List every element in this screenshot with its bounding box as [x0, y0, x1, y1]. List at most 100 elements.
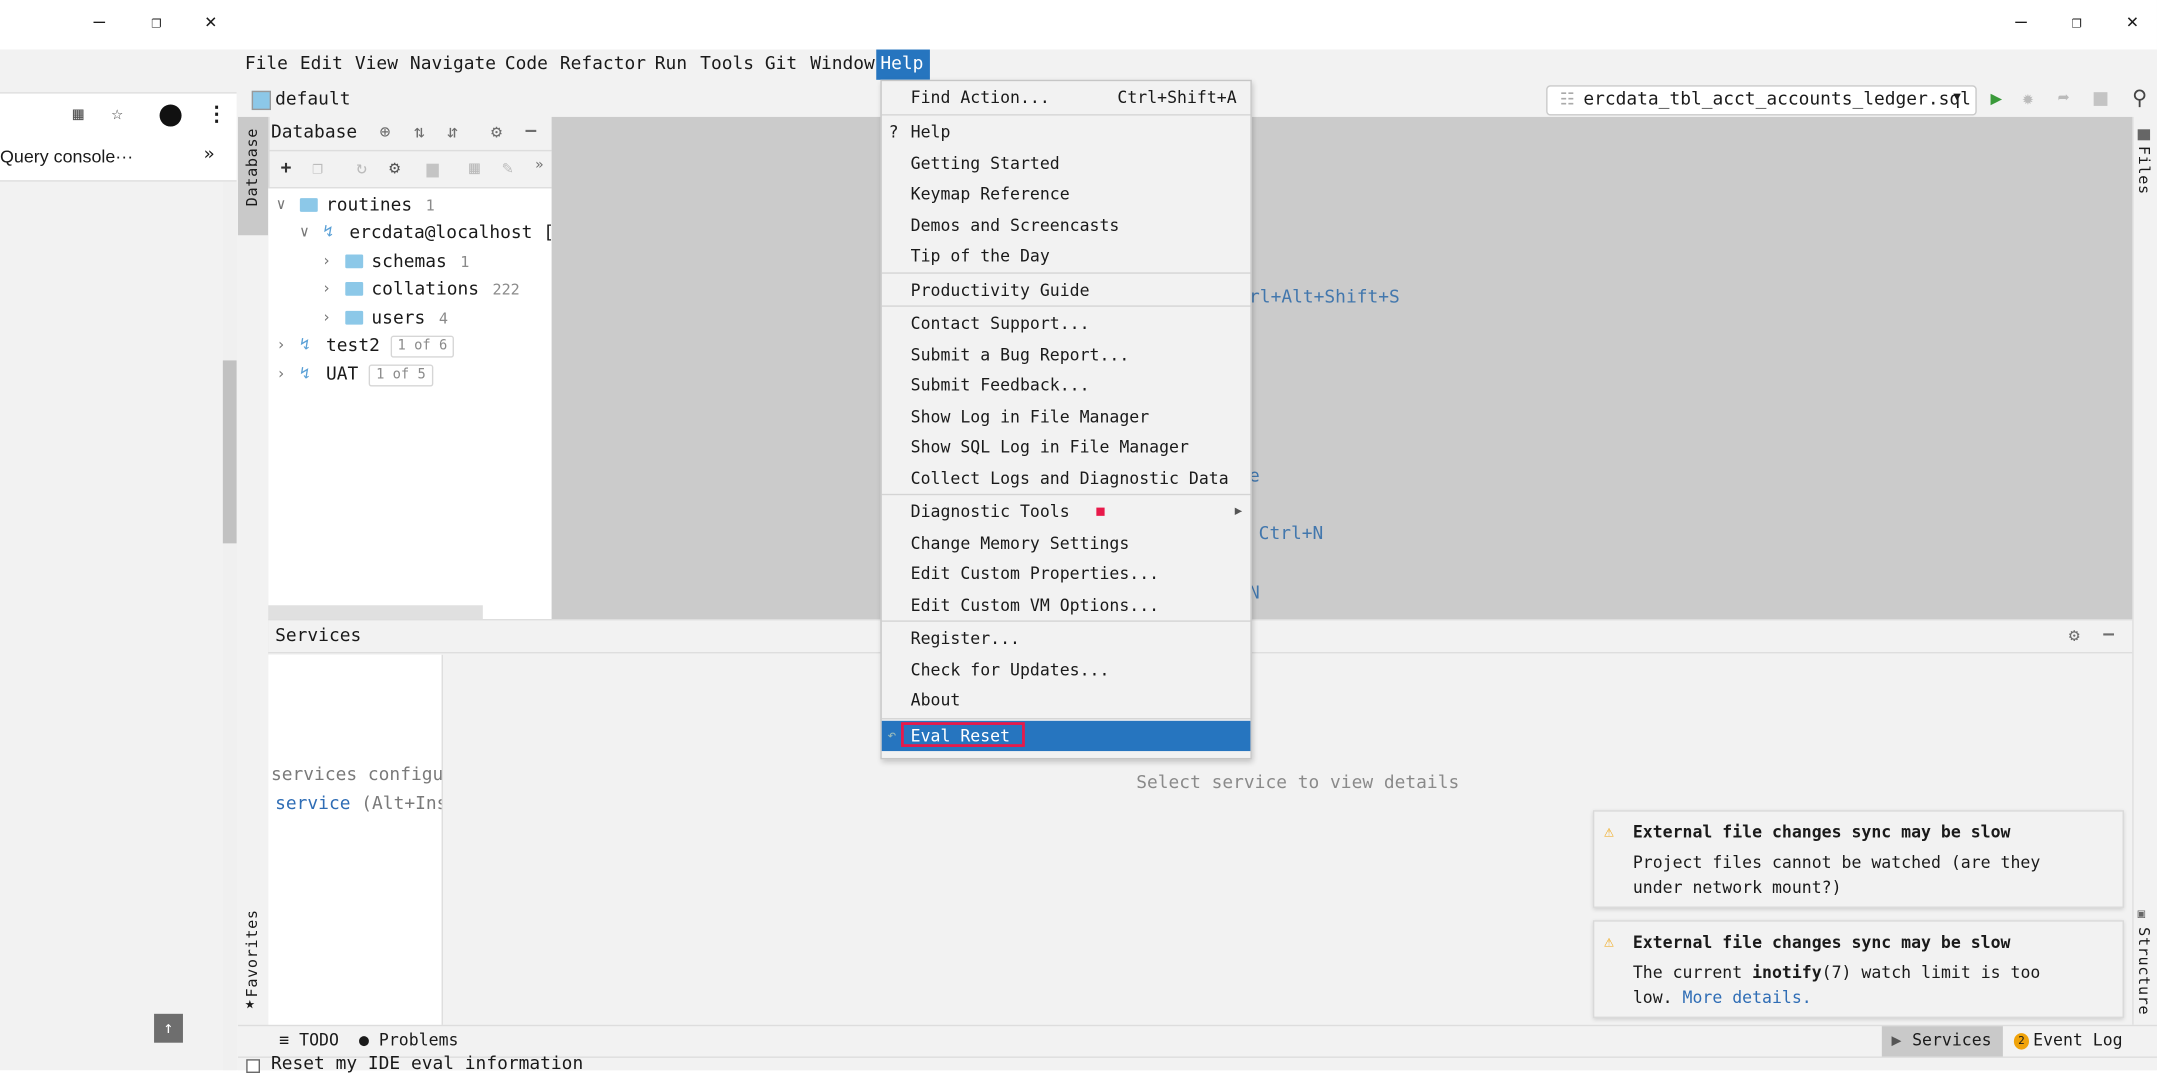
menu-item-submit-a-bug-report[interactable]: Submit a Bug Report...: [882, 339, 1251, 369]
db-properties-icon[interactable]: ⚙: [389, 160, 400, 178]
target-icon[interactable]: ⊕: [380, 124, 391, 142]
gear-icon[interactable]: ⚙: [2069, 627, 2080, 645]
more-details-link[interactable]: More details.: [1683, 988, 1812, 1007]
tab-services[interactable]: ▶ Services: [1881, 1026, 2003, 1057]
notification[interactable]: ⚠ External file changes sync may be slow…: [1592, 920, 2124, 1018]
menu-item-find-action[interactable]: Find Action... Ctrl+Shift+A: [882, 83, 1251, 113]
chevron-icon[interactable]: ›: [322, 252, 331, 270]
tab-database[interactable]: Database: [237, 116, 269, 236]
tree-node[interactable]: ∨ routines 1: [276, 194, 551, 219]
menu-window[interactable]: Window: [806, 50, 879, 80]
menu-help[interactable]: Help: [876, 49, 930, 80]
chevron-icon[interactable]: ∨: [276, 195, 285, 213]
menu-item-collect-logs-and-diagnostic-data[interactable]: Collect Logs and Diagnostic Data: [882, 463, 1251, 493]
scroll-top-button[interactable]: ↑: [154, 1013, 183, 1043]
hide-icon[interactable]: –: [525, 122, 536, 140]
menu-item-edit-custom-properties[interactable]: Edit Custom Properties...: [882, 558, 1251, 588]
menu-item-about[interactable]: About: [882, 685, 1251, 715]
run-config-dropdown[interactable]: ☷ ercdata_tbl_acct_accounts_ledger.sql ▼: [1546, 85, 1977, 116]
menu-item-tip-of-the-day[interactable]: Tip of the Day: [882, 241, 1251, 271]
menu-item-change-memory-settings[interactable]: Change Memory Settings: [882, 528, 1251, 558]
edit-icon[interactable]: ✎: [502, 160, 513, 178]
menu-separator: [881, 114, 1251, 116]
tree-node[interactable]: › collations 222: [322, 278, 552, 303]
tab-event-log[interactable]: 2 Event Log: [2013, 1026, 2138, 1056]
horizontal-scrollbar[interactable]: [268, 605, 483, 620]
folder-icon: [299, 198, 318, 212]
browser-restore-button[interactable]: ❐: [151, 12, 161, 31]
menu-navigate[interactable]: Navigate: [406, 50, 500, 80]
chevron-icon[interactable]: ∨: [300, 223, 309, 241]
menu-item-keymap-reference[interactable]: Keymap Reference: [882, 179, 1251, 209]
more-menu-icon[interactable]: ⋮: [206, 102, 227, 127]
menu-item-contact-support[interactable]: Contact Support...: [882, 308, 1251, 338]
chevron-icon[interactable]: ›: [322, 308, 331, 326]
menu-tools[interactable]: Tools: [696, 50, 758, 80]
menu-code[interactable]: Code: [501, 50, 552, 80]
menu-refactor[interactable]: Refactor: [556, 50, 650, 80]
stop-icon[interactable]: [2093, 92, 2108, 106]
tree-node[interactable]: › ↯ UAT 1 of 5: [276, 363, 551, 388]
expand-all-icon[interactable]: ⇅: [414, 124, 425, 142]
tree-node[interactable]: › schemas 1: [322, 250, 552, 275]
debug-icon[interactable]: ✹: [2022, 88, 2034, 110]
tab-structure[interactable]: ▣ Structure: [2132, 908, 2157, 1018]
menu-item-diagnostic-tools[interactable]: Diagnostic Tools ▶: [882, 497, 1251, 527]
refresh-icon[interactable]: ↻: [356, 160, 367, 178]
menu-item-productivity-guide[interactable]: Productivity Guide: [882, 274, 1251, 304]
table-icon[interactable]: ▦: [469, 160, 480, 178]
menu-item-check-for-updates[interactable]: Check for Updates...: [882, 654, 1251, 684]
bookmarks-overflow[interactable]: »: [204, 144, 215, 165]
menu-item-help[interactable]: Help?: [882, 117, 1251, 147]
menu-item-register[interactable]: Register...: [882, 623, 1251, 653]
tree-node[interactable]: › ↯ test2 1 of 6: [276, 334, 551, 359]
tab-problems[interactable]: ● Problems: [359, 1030, 458, 1049]
tab-todo[interactable]: ≡ TODO: [279, 1030, 339, 1049]
hide-icon[interactable]: –: [2103, 626, 2114, 644]
stop-icon[interactable]: [426, 163, 439, 178]
ide-restore-button[interactable]: ❐: [2072, 12, 2082, 31]
menu-item-demos-and-screencasts[interactable]: Demos and Screencasts: [882, 210, 1251, 240]
menu-git[interactable]: Git: [761, 50, 802, 80]
browser-scrollbar[interactable]: [222, 181, 237, 1071]
menu-item-eval-reset[interactable]: ↶ Eval Reset: [881, 720, 1251, 751]
chevron-icon[interactable]: ›: [276, 365, 285, 383]
add-icon[interactable]: +: [281, 160, 292, 178]
extensions-icon[interactable]: ▦: [73, 105, 84, 126]
chevron-icon[interactable]: ›: [276, 336, 285, 354]
ide-minimize-button[interactable]: –: [2015, 11, 2027, 33]
services-tree: services configur service (Alt+Inse: [268, 654, 443, 1027]
bookmark-query-console[interactable]: Query console···: [0, 146, 133, 167]
menu-item-submit-feedback[interactable]: Submit Feedback...: [882, 370, 1251, 400]
tree-node[interactable]: › users 4: [322, 307, 552, 332]
menu-item-show-sql-log-in-file-manager[interactable]: Show SQL Log in File Manager: [882, 432, 1251, 462]
menu-item-edit-custom-vm-options[interactable]: Edit Custom VM Options...: [882, 589, 1251, 619]
menu-edit[interactable]: Edit: [296, 50, 347, 80]
collapse-all-icon[interactable]: ⇵: [447, 124, 458, 142]
menu-item-show-log-in-file-manager[interactable]: Show Log in File Manager: [882, 401, 1251, 431]
more-icon[interactable]: »: [535, 159, 543, 174]
coverage-icon[interactable]: ➦: [2058, 88, 2070, 110]
notification[interactable]: ⚠ External file changes sync may be slow…: [1592, 810, 2124, 908]
project-name[interactable]: default: [275, 89, 350, 110]
run-icon[interactable]: ▶: [1990, 88, 2002, 110]
menu-run[interactable]: Run: [651, 50, 692, 80]
profile-avatar-icon[interactable]: [159, 104, 182, 127]
menu-view[interactable]: View: [351, 50, 402, 80]
tab-favorites[interactable]: Favorites ★: [238, 901, 268, 1018]
tab-files[interactable]: Files: [2132, 127, 2157, 204]
browser-scrollbar-thumb[interactable]: [222, 360, 237, 544]
ide-close-button[interactable]: ✕: [2127, 11, 2139, 33]
menu-file[interactable]: File: [241, 50, 292, 80]
browser-close-button[interactable]: ✕: [205, 11, 217, 33]
checkbox[interactable]: [246, 1059, 260, 1073]
chevron-icon[interactable]: ›: [322, 279, 331, 297]
add-service-link[interactable]: service: [275, 794, 350, 815]
star-icon[interactable]: ☆: [111, 103, 123, 125]
menu-item-getting-started[interactable]: Getting Started: [882, 148, 1251, 178]
search-icon[interactable]: ⚲: [2132, 85, 2147, 110]
gear-icon[interactable]: ⚙: [491, 124, 502, 142]
browser-minimize-button[interactable]: –: [94, 11, 106, 33]
duplicate-icon[interactable]: ❐: [312, 160, 323, 178]
tree-node[interactable]: ∨ ↯ ercdata@localhost [2]: [300, 221, 552, 246]
